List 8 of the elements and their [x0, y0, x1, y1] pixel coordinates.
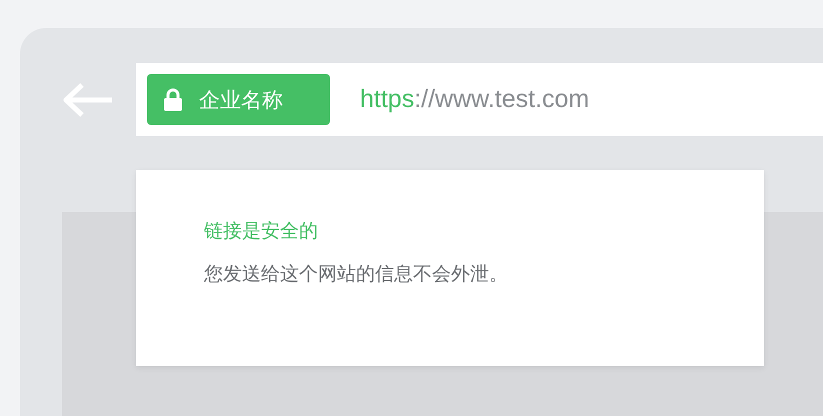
company-badge[interactable]: 企业名称 — [147, 74, 330, 125]
lock-icon — [163, 88, 183, 112]
url-text: https://www.test.com — [360, 85, 590, 114]
address-bar[interactable]: 企业名称 https://www.test.com — [136, 63, 823, 136]
badge-label: 企业名称 — [199, 88, 283, 114]
back-arrow-icon[interactable] — [62, 82, 114, 118]
popup-title: 链接是安全的 — [204, 220, 319, 244]
popup-message: 您发送给这个网站的信息不会外泄。 — [204, 263, 509, 287]
